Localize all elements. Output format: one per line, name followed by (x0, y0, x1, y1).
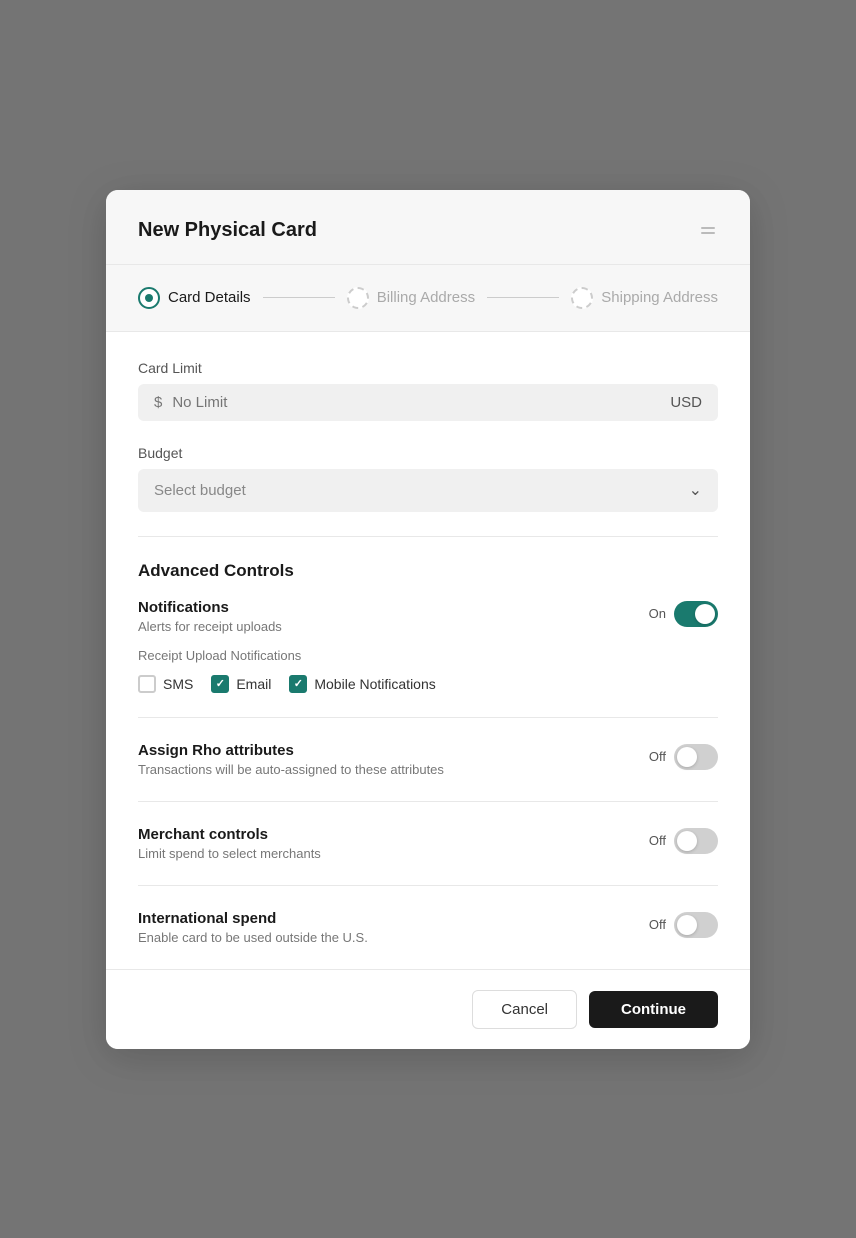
budget-label: Budget (138, 445, 718, 461)
international-spend-title: International spend (138, 910, 649, 927)
merchant-controls-desc: Limit spend to select merchants (138, 846, 649, 861)
mobile-checkbox[interactable]: ✓ (289, 675, 307, 693)
toggle-knob (695, 604, 715, 624)
step1-circle (138, 287, 160, 309)
notifications-title: Notifications (138, 599, 649, 616)
receipt-upload-section: Receipt Upload Notifications SMS ✓ Email (138, 648, 718, 693)
divider-1 (138, 536, 718, 537)
budget-select-wrap: Select budget ⌄ (138, 469, 718, 512)
modal-overlay: New Physical Card Card Details (0, 0, 856, 1238)
merchant-controls-row: Merchant controls Limit spend to select … (138, 826, 718, 861)
card-limit-input[interactable] (172, 394, 670, 411)
notifications-info: Notifications Alerts for receipt uploads (138, 599, 649, 634)
assign-rho-toggle[interactable] (674, 744, 718, 770)
international-spend-state: Off (649, 917, 666, 932)
cancel-button[interactable]: Cancel (472, 990, 577, 1029)
currency-code: USD (670, 394, 702, 411)
card-limit-section: Card Limit $ USD (138, 360, 718, 421)
divider-2 (138, 717, 718, 718)
divider-4 (138, 885, 718, 886)
merchant-controls-title: Merchant controls (138, 826, 649, 843)
step1-label: Card Details (168, 289, 251, 306)
step-line-1 (263, 297, 335, 298)
assign-rho-toggle-wrap: Off (649, 744, 718, 770)
merchant-controls-info: Merchant controls Limit spend to select … (138, 826, 649, 861)
assign-rho-state: Off (649, 749, 666, 764)
step3-circle (571, 287, 593, 309)
new-physical-card-modal: New Physical Card Card Details (106, 190, 750, 1049)
merchant-controls-toggle-wrap: Off (649, 828, 718, 854)
mobile-checkbox-item[interactable]: ✓ Mobile Notifications (289, 675, 435, 693)
international-spend-info: International spend Enable card to be us… (138, 910, 649, 945)
card-limit-field: $ USD (138, 384, 718, 421)
step-card-details[interactable]: Card Details (138, 287, 251, 309)
international-spend-desc: Enable card to be used outside the U.S. (138, 930, 649, 945)
notifications-desc: Alerts for receipt uploads (138, 619, 649, 634)
sms-checkbox[interactable] (138, 675, 156, 693)
receipt-upload-label: Receipt Upload Notifications (138, 648, 718, 663)
toggle-knob-2 (677, 747, 697, 767)
checkmark-icon: ✓ (216, 677, 225, 690)
toggle-knob-3 (677, 831, 697, 851)
divider-3 (138, 801, 718, 802)
international-spend-toggle-wrap: Off (649, 912, 718, 938)
currency-symbol: $ (154, 394, 162, 411)
minimize-icon[interactable] (698, 218, 718, 244)
email-label: Email (236, 676, 271, 692)
modal-footer: Cancel Continue (106, 969, 750, 1049)
step2-circle (347, 287, 369, 309)
merchant-controls-state: Off (649, 833, 666, 848)
checkmark-icon-2: ✓ (294, 677, 303, 690)
assign-rho-row: Assign Rho attributes Transactions will … (138, 742, 718, 777)
continue-button[interactable]: Continue (589, 991, 718, 1028)
step-line-2 (487, 297, 559, 298)
stepper: Card Details Billing Address Shipping Ad… (106, 265, 750, 332)
advanced-controls-title: Advanced Controls (138, 561, 718, 581)
budget-select[interactable]: Select budget (138, 469, 718, 512)
step2-label: Billing Address (377, 289, 475, 306)
modal-header: New Physical Card (106, 190, 750, 265)
sms-checkbox-item[interactable]: SMS (138, 675, 193, 693)
notifications-row: Notifications Alerts for receipt uploads… (138, 599, 718, 634)
step3-label: Shipping Address (601, 289, 718, 306)
email-checkbox-item[interactable]: ✓ Email (211, 675, 271, 693)
international-spend-toggle[interactable] (674, 912, 718, 938)
card-limit-label: Card Limit (138, 360, 718, 376)
step-billing-address[interactable]: Billing Address (347, 287, 475, 309)
notifications-toggle-wrap: On (649, 601, 718, 627)
mobile-label: Mobile Notifications (314, 676, 435, 692)
modal-title: New Physical Card (138, 219, 317, 242)
step-shipping-address[interactable]: Shipping Address (571, 287, 718, 309)
international-spend-row: International spend Enable card to be us… (138, 910, 718, 945)
sms-label: SMS (163, 676, 193, 692)
modal-body: Card Limit $ USD Budget Select budget ⌄ (106, 332, 750, 945)
assign-rho-desc: Transactions will be auto-assigned to th… (138, 762, 649, 777)
advanced-controls-section: Advanced Controls Notifications Alerts f… (138, 561, 718, 945)
checkbox-row: SMS ✓ Email ✓ Mobile Notific (138, 675, 718, 693)
toggle-knob-4 (677, 915, 697, 935)
merchant-controls-toggle[interactable] (674, 828, 718, 854)
assign-rho-info: Assign Rho attributes Transactions will … (138, 742, 649, 777)
notifications-toggle[interactable] (674, 601, 718, 627)
notifications-state: On (649, 606, 666, 621)
budget-section: Budget Select budget ⌄ (138, 445, 718, 512)
email-checkbox[interactable]: ✓ (211, 675, 229, 693)
assign-rho-title: Assign Rho attributes (138, 742, 649, 759)
